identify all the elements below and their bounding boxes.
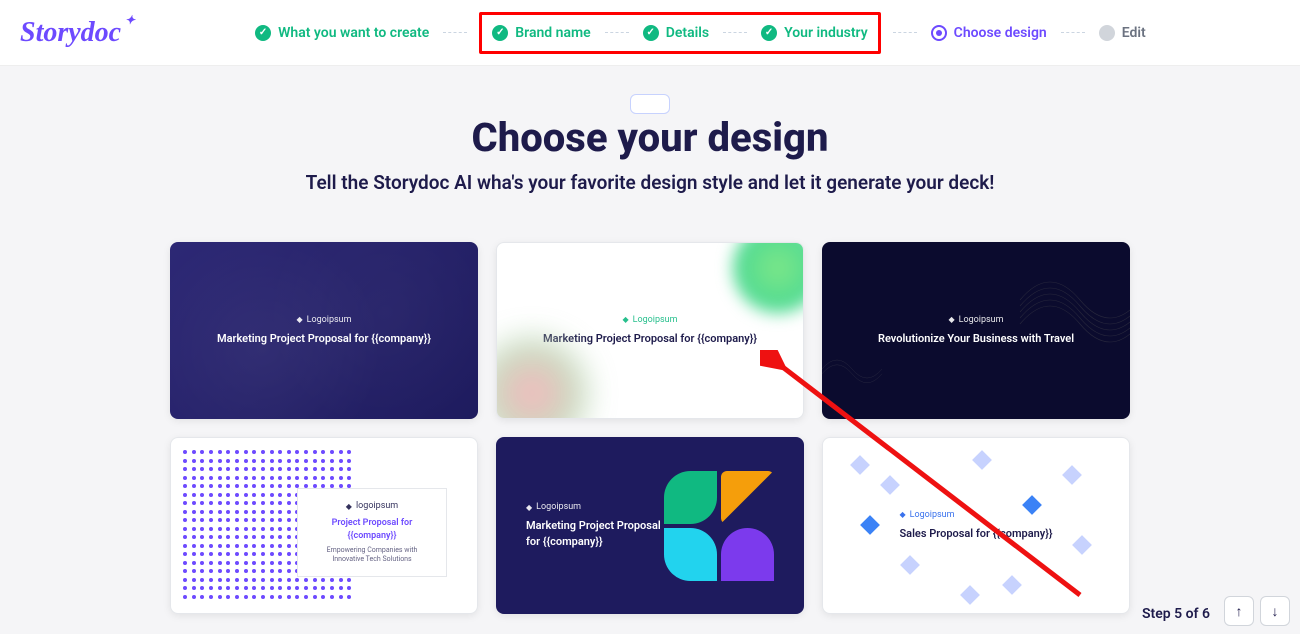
sparkle-icon: ✦ (125, 13, 135, 28)
step-what-you-want[interactable]: ✓ What you want to create (253, 21, 431, 45)
card-logo: Logoipsum (622, 315, 677, 325)
check-icon: ✓ (643, 25, 659, 41)
design-card[interactable]: Logoipsum Marketing Project Proposal for… (170, 242, 478, 419)
step-connector (723, 32, 747, 33)
step-label: Details (666, 25, 709, 41)
card-logo: Logoipsum (948, 315, 1003, 325)
step-label: What you want to create (278, 25, 429, 41)
page-title: Choose your design (0, 114, 1300, 161)
step-label: Edit (1122, 25, 1146, 41)
card-logo: Logoipsum (296, 315, 351, 325)
wave-decoration (822, 339, 892, 399)
nav-down-button[interactable]: ↓ (1260, 596, 1290, 626)
card-title: Marketing Project Proposal for {{company… (543, 331, 757, 346)
card-inner-box: logoipsum Project Proposal for {{company… (297, 488, 447, 577)
step-label: Brand name (515, 25, 590, 41)
step-connector (443, 32, 467, 33)
card-logo: Logoipsum (526, 502, 664, 512)
design-card[interactable]: Logoipsum Marketing Project Proposal for… (496, 242, 804, 419)
card-title: Project Proposal for {{company}} (316, 517, 428, 542)
design-card[interactable]: logoipsum Project Proposal for {{company… (170, 437, 478, 614)
radio-current-icon (931, 25, 947, 41)
card-logo: logoipsum (316, 501, 428, 511)
card-subtitle: Empowering Companies with Innovative Tec… (316, 546, 428, 564)
collapsed-pill-button[interactable] (630, 94, 670, 114)
dot-pending-icon (1099, 25, 1115, 41)
step-connector (1061, 32, 1085, 33)
blob-decoration (733, 242, 804, 313)
card-center: Logoipsum Sales Proposal for {{company}} (899, 510, 1052, 541)
check-icon: ✓ (255, 25, 271, 41)
step-connector (605, 32, 629, 33)
design-card[interactable]: Logoipsum Revolutionize Your Business wi… (822, 242, 1130, 419)
card-title: Marketing Project Proposal for {{company… (526, 518, 664, 549)
nav-up-button[interactable]: ↑ (1224, 596, 1254, 626)
step-label: Choose design (954, 25, 1047, 41)
brand-logo[interactable]: Storydoc ✦ (20, 17, 133, 49)
blob-decoration (496, 338, 587, 419)
highlight-box-annotation: ✓ Brand name ✓ Details ✓ Your industry (479, 12, 880, 54)
step-indicator: Step 5 of 6 (1142, 606, 1210, 622)
stepper: ✓ What you want to create ✓ Brand name ✓… (253, 12, 1148, 54)
main-content: Choose your design Tell the Storydoc AI … (0, 66, 1300, 634)
step-choose-design[interactable]: Choose design (929, 21, 1049, 45)
brand-logo-text: Storydoc (20, 17, 121, 48)
check-icon: ✓ (492, 25, 508, 41)
design-card[interactable]: Logoipsum Marketing Project Proposal for… (496, 437, 804, 614)
step-brand-name[interactable]: ✓ Brand name (490, 21, 592, 45)
page-subtitle: Tell the Storydoc AI wha's your favorite… (0, 171, 1300, 194)
card-logo: Logoipsum (899, 510, 1052, 520)
nav-buttons: ↑ ↓ (1224, 596, 1290, 626)
header: Storydoc ✦ ✓ What you want to create ✓ B… (0, 0, 1300, 66)
wave-decoration (1010, 252, 1130, 372)
design-card[interactable]: Logoipsum Sales Proposal for {{company}} (822, 437, 1130, 614)
shapes-decoration (664, 471, 774, 581)
card-title: Sales Proposal for {{company}} (899, 526, 1052, 541)
design-grid: Logoipsum Marketing Project Proposal for… (0, 242, 1300, 634)
step-connector (893, 32, 917, 33)
check-icon: ✓ (761, 25, 777, 41)
card-left: Logoipsum Marketing Project Proposal for… (526, 502, 664, 549)
step-label: Your industry (784, 25, 868, 41)
card-title: Marketing Project Proposal for {{company… (217, 331, 431, 346)
step-your-industry[interactable]: ✓ Your industry (759, 21, 870, 45)
step-details[interactable]: ✓ Details (641, 21, 711, 45)
step-edit[interactable]: Edit (1097, 21, 1148, 45)
